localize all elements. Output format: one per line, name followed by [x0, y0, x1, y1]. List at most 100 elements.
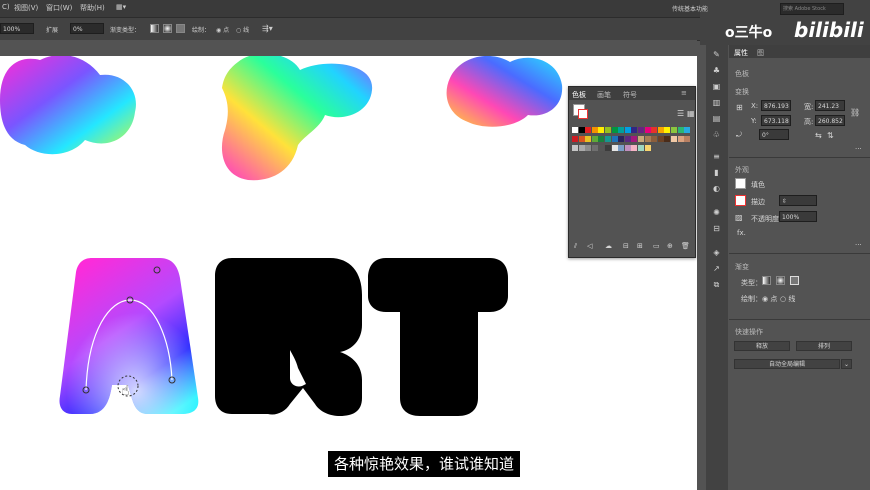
color-group-icon[interactable]: ⊞ [637, 242, 643, 250]
global-edit-button[interactable]: 自动全局编辑 [734, 359, 840, 369]
swatch-options-icon[interactable]: ⊟ [623, 242, 629, 250]
color-swatch[interactable] [585, 145, 592, 151]
swatch-grid[interactable] [572, 127, 692, 187]
menu-window[interactable]: 窗口(W) [46, 3, 72, 13]
color-swatch[interactable] [644, 127, 651, 133]
color-swatch[interactable] [585, 136, 592, 142]
color-swatch[interactable] [651, 136, 658, 142]
workspace-switcher[interactable]: 传统基本功能 [672, 4, 708, 13]
color-swatch[interactable] [618, 127, 625, 133]
menu-item[interactable]: C) [2, 3, 10, 11]
x-field[interactable]: 876.193 [761, 100, 791, 111]
h-field[interactable]: 260.852 [815, 115, 845, 126]
color-swatch[interactable] [605, 145, 611, 151]
color-swatch[interactable] [677, 136, 684, 142]
opacity-field[interactable]: 100% [0, 23, 34, 34]
align-icon[interactable]: ⇶▾ [262, 24, 273, 33]
draw-points-radio[interactable]: ◉ 点 [762, 294, 777, 304]
appearance-icon[interactable]: ✺ [711, 208, 722, 217]
grid-view-icon[interactable]: ▦ [687, 109, 695, 118]
library-icon[interactable]: ⫽ [574, 242, 577, 251]
list-view-icon[interactable]: ☰ [677, 109, 684, 118]
color-swatch[interactable] [664, 127, 671, 133]
color-swatch[interactable] [605, 136, 611, 142]
color-swatch[interactable] [657, 136, 664, 142]
gradient-panel-icon[interactable]: ▮ [711, 168, 722, 177]
artboards-icon[interactable]: ⧉ [711, 280, 722, 289]
draw-lines-option[interactable]: ○ 线 [236, 25, 249, 34]
draw-lines-radio[interactable]: ○ 线 [780, 294, 795, 304]
fx-label[interactable]: fx. [737, 229, 746, 237]
color-swatch[interactable] [572, 136, 578, 142]
color-swatch[interactable] [611, 145, 618, 151]
global-edit-dropdown[interactable]: ⌄ [841, 359, 852, 369]
tab-layers[interactable]: 图 [757, 48, 764, 58]
color-swatch[interactable] [677, 127, 684, 133]
color-swatch[interactable] [585, 127, 592, 133]
color-swatch[interactable] [671, 127, 677, 133]
layers-icon[interactable]: ◈ [711, 248, 722, 257]
flip-vertical-icon[interactable]: ⇅ [827, 131, 834, 140]
stroke-panel-icon[interactable]: ≡ [711, 152, 722, 161]
fill-color-box[interactable] [735, 178, 746, 189]
w-field[interactable]: 241.23 p [815, 100, 845, 121]
kind-menu-icon[interactable]: ◁ [587, 242, 592, 250]
arrange-docs-icon[interactable]: ▦▾ [116, 3, 126, 11]
cc-icon[interactable]: ☁ [605, 242, 612, 250]
color-swatch[interactable] [598, 145, 605, 151]
tab-brushes[interactable]: 画笔 [597, 90, 611, 100]
color-swatch[interactable] [651, 127, 658, 133]
y-field[interactable]: 673.118 [761, 115, 791, 126]
flip-horizontal-icon[interactable]: ⇆ [815, 131, 822, 140]
stock-search-input[interactable]: 搜索 Adobe Stock [780, 3, 844, 15]
new-group-icon[interactable]: ▭ [653, 242, 660, 250]
color-swatch[interactable] [611, 127, 618, 133]
color-swatch[interactable] [657, 127, 664, 133]
color-swatch[interactable] [684, 136, 691, 142]
menu-help[interactable]: 帮助(H) [80, 3, 105, 13]
delete-swatch-icon[interactable]: 🗑 [681, 242, 690, 250]
color-swatch[interactable] [572, 127, 578, 133]
more-options-icon[interactable]: ··· [855, 145, 862, 153]
freeform-gradient-icon[interactable] [176, 24, 185, 33]
radial-type-icon[interactable] [776, 276, 785, 285]
tab-symbols[interactable]: 符号 [623, 90, 637, 100]
color-swatch[interactable] [591, 127, 598, 133]
color-swatch[interactable] [638, 127, 644, 133]
color-swatch[interactable] [638, 145, 644, 151]
color-swatch[interactable] [644, 136, 651, 142]
color-swatch[interactable] [572, 145, 578, 151]
opacity-value-field[interactable]: 100% [779, 211, 817, 222]
color-swatch[interactable] [618, 136, 625, 142]
align-panel-icon[interactable]: ⊟ [711, 224, 722, 233]
new-swatch-icon[interactable]: ⊕ [667, 242, 673, 250]
export-icon[interactable]: ↗ [711, 264, 722, 273]
transparency-icon[interactable]: ◐ [711, 184, 722, 193]
club-icon[interactable]: ♧ [711, 130, 722, 139]
graphic-style-icon[interactable]: ▤ [711, 114, 722, 123]
color-swatch[interactable] [631, 127, 638, 133]
color-swatch[interactable] [624, 145, 631, 151]
layers-thumb-icon[interactable]: ▣ [711, 82, 722, 91]
linear-type-icon[interactable] [762, 276, 771, 285]
color-swatch[interactable] [598, 136, 605, 142]
color-swatch[interactable] [664, 136, 671, 142]
expand-field[interactable]: 0% [70, 23, 104, 34]
stroke-color-box[interactable] [735, 195, 746, 206]
color-swatch[interactable] [598, 127, 605, 133]
color-swatch[interactable] [644, 145, 651, 151]
reference-point-icon[interactable]: ⊞ [736, 103, 743, 112]
color-swatch[interactable] [624, 127, 631, 133]
color-swatch[interactable] [638, 136, 644, 142]
color-swatch[interactable] [624, 136, 631, 142]
tab-properties[interactable]: 属性 [734, 48, 748, 58]
color-swatch[interactable] [611, 136, 618, 142]
draw-points-option[interactable]: ◉ 点 [216, 25, 229, 34]
brush-icon[interactable]: ✎ [711, 50, 722, 59]
color-swatch[interactable] [578, 136, 585, 142]
color-swatch[interactable] [671, 136, 677, 142]
freeform-type-icon[interactable] [790, 276, 799, 285]
more-appearance-icon[interactable]: ··· [855, 241, 862, 249]
color-swatch[interactable] [591, 136, 598, 142]
color-swatch[interactable] [618, 145, 625, 151]
